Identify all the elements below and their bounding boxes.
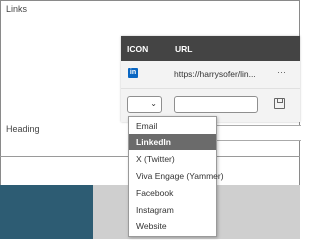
column-header-url: URL — [175, 44, 193, 54]
heading-label: Heading — [6, 124, 40, 134]
dropdown-option-website[interactable]: Website — [129, 218, 216, 234]
preview-dark-panel — [0, 185, 93, 239]
dropdown-option-email[interactable]: Email — [129, 118, 216, 134]
linkedin-icon: in — [128, 68, 138, 78]
more-options-icon[interactable]: ··· — [277, 67, 286, 77]
table-row[interactable]: in https://harrysofer/lin... ··· — [121, 61, 300, 89]
table-header: ICON URL — [121, 36, 300, 61]
save-icon[interactable] — [274, 98, 285, 109]
heading-input[interactable] — [213, 125, 301, 141]
links-table: ICON URL in https://harrysofer/lin... ··… — [121, 36, 300, 122]
column-header-icon: ICON — [127, 44, 149, 54]
icon-dropdown-menu: Email LinkedIn X (Twitter) Viva Engage (… — [128, 116, 224, 237]
dropdown-option-instagram[interactable]: Instagram — [129, 202, 216, 218]
dropdown-option-x-twitter[interactable]: X (Twitter) — [129, 151, 216, 167]
links-section-title: Links — [6, 4, 28, 14]
dropdown-option-linkedin[interactable]: LinkedIn — [129, 134, 216, 150]
icon-select[interactable]: ⌄ — [127, 96, 162, 113]
dropdown-option-viva-engage[interactable]: Viva Engage (Yammer) — [129, 168, 224, 184]
chevron-down-icon: ⌄ — [150, 99, 157, 108]
row-url: https://harrysofer/lin... — [174, 69, 256, 79]
url-input[interactable] — [174, 96, 258, 113]
dropdown-option-facebook[interactable]: Facebook — [129, 185, 216, 201]
